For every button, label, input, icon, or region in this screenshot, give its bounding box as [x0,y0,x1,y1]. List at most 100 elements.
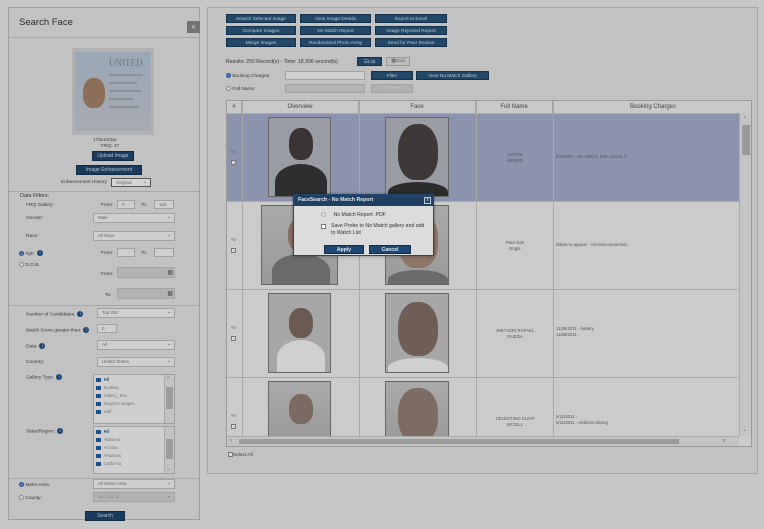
list-item[interactable]: California [96,460,121,467]
age-to-input[interactable] [154,248,174,257]
face-photo[interactable] [385,381,449,441]
view-image-details-button[interactable]: View Image Details [300,14,371,23]
dob-from-input[interactable]: ▦ [117,267,175,278]
select-all-row[interactable]: Select All [228,452,253,458]
vertical-scrollbar[interactable]: ⌃ ⌄ [739,113,751,436]
row-checkbox[interactable] [231,160,236,165]
send-for-peer-review-button[interactable]: Send for Peer Review [375,38,447,47]
state-region-list[interactable]: All Alabama Arizona Arkansas California … [93,426,175,474]
frq-to-input[interactable]: 100 [154,200,174,209]
list-item[interactable]: All [96,376,109,383]
chevron-up-icon[interactable]: ⌃ [743,116,747,122]
list-item[interactable]: Arizona [96,444,118,451]
checkbox-checked-icon[interactable] [96,377,101,383]
calendar-icon[interactable]: ▦ [167,269,173,277]
watch-list-option-row[interactable]: Save Probe to No Match gallery and add t… [321,223,429,237]
checkbox-checked-icon[interactable] [96,393,101,399]
overview-photo[interactable] [268,381,331,441]
list-item[interactable]: Alabama [96,436,120,443]
overview-photo[interactable] [268,293,331,373]
checkbox-checked-icon[interactable] [96,385,101,391]
row-checkbox[interactable] [231,336,236,341]
match-score-input[interactable]: 0 [97,324,117,333]
upload-image-button[interactable]: Upload Image [92,151,134,161]
country-select[interactable]: United States ⌄ [97,357,175,367]
chevron-down-icon[interactable]: ⌄ [743,427,747,433]
list-item[interactable]: staff [96,408,111,415]
chevron-down-icon[interactable]: ⌄ [166,466,170,472]
info-icon[interactable]: i [36,250,43,256]
clear-button[interactable]: Clear [371,84,413,93]
full-name-input[interactable] [285,84,365,93]
dob-radio-row[interactable]: D.O.B. [19,262,40,268]
fullname-radio-row[interactable]: Full Name: [226,86,256,92]
gender-select[interactable]: Male ⌄ [93,213,175,223]
compare-images-button[interactable]: Compare Images [226,26,296,35]
table-row[interactable]: #1 DANTE HEWER 8/9/2007 - site 1000 ft. … [227,113,739,201]
dob-radio[interactable] [19,262,24,267]
image-enhancement-button[interactable]: Image Enhancement [76,165,142,175]
table-row[interactable]: #4 CELESTINO CLINT MCGILL 5/11/2011 - 5/… [227,377,739,441]
info-icon[interactable]: i [57,428,64,434]
checkbox-checked-icon[interactable] [96,453,101,459]
no-match-report-button[interactable]: No Match Report [300,26,371,35]
close-icon[interactable]: x [424,197,431,204]
pdf-radio[interactable] [321,212,326,218]
list-item[interactable]: Gallery_Test [96,392,127,399]
scrollbar-thumb[interactable] [742,125,750,155]
chevron-right-icon[interactable]: › [723,438,725,444]
age-radio[interactable] [19,250,24,256]
booking-charges-input[interactable] [285,71,365,80]
overview-photo[interactable] [268,117,331,197]
county-select[interactable]: No County ⌄ [93,492,175,502]
booking-radio-row[interactable]: Booking Charges: [226,73,270,79]
collapse-button[interactable]: « [187,21,200,33]
age-from-input[interactable] [117,248,135,257]
image-rejected-report-button[interactable]: Image Rejected Report [375,26,447,35]
metro-select[interactable]: All Metro Area ⌄ [93,479,175,489]
calendar-icon[interactable]: ▦ [167,290,173,298]
list-item[interactable]: All [96,428,109,435]
checkbox-checked-icon[interactable] [96,409,101,415]
horizontal-scrollbar[interactable]: ‹ › [227,436,739,446]
metro-radio[interactable] [19,482,24,487]
row-checkbox[interactable] [231,248,236,253]
chevron-up-icon[interactable]: ⌃ [166,376,170,382]
search-selected-image-button[interactable]: Search Selected Image [226,14,296,23]
checkbox-checked-icon[interactable] [96,429,101,435]
scrollbar[interactable]: ⌃ [164,375,174,423]
checkbox-checked-icon[interactable] [96,461,101,467]
info-icon[interactable]: i [39,343,46,349]
age-radio-row[interactable]: Age: i [19,250,43,256]
filter-button[interactable]: Filter [371,71,413,80]
list-item[interactable]: Mugshot Images [96,400,134,407]
view-no-match-gallery-button[interactable]: View No Match Gallery [416,71,489,80]
checkbox-checked-icon[interactable] [96,445,101,451]
cancel-button[interactable]: Cancel [369,245,411,254]
candidates-select[interactable]: Top 250 ⌄ [97,308,175,318]
face-photo[interactable] [385,293,449,373]
enhancement-history-select[interactable]: Original ⌄ [111,178,151,187]
export-to-excel-button[interactable]: Export to Excel [375,14,447,23]
booking-radio[interactable] [226,73,231,78]
row-checkbox[interactable] [231,424,236,429]
list-item[interactable]: Arkansas [96,452,121,459]
frq-from-input[interactable]: 0 [117,200,135,209]
table-row[interactable]: #3 JHEYSON RAFAEL RUEDA 11/28/2011 - bat… [227,289,739,377]
fullname-radio[interactable] [226,86,231,91]
chevron-left-icon[interactable]: ‹ [230,438,232,444]
data-select[interactable]: All ⌄ [97,340,175,350]
merge-images-button[interactable]: Merge Images [226,38,296,47]
checkbox-checked-icon[interactable] [96,437,101,443]
scrollbar[interactable]: ⌄ [164,427,174,473]
info-icon[interactable]: i [77,311,84,317]
checkbox-checked-icon[interactable] [96,401,101,407]
list-view-button[interactable]: ☰List [357,57,382,66]
grid-view-button[interactable]: ▦Grid [386,57,410,66]
metro-radio-row[interactable]: Metro Area: [19,482,50,488]
scrollbar-thumb[interactable] [239,439,679,444]
county-radio-row[interactable]: County: [19,495,42,501]
info-icon[interactable]: i [83,327,90,333]
race-select[interactable]: All Race ⌄ [93,231,175,241]
dob-to-input[interactable]: ▦ [117,288,175,299]
